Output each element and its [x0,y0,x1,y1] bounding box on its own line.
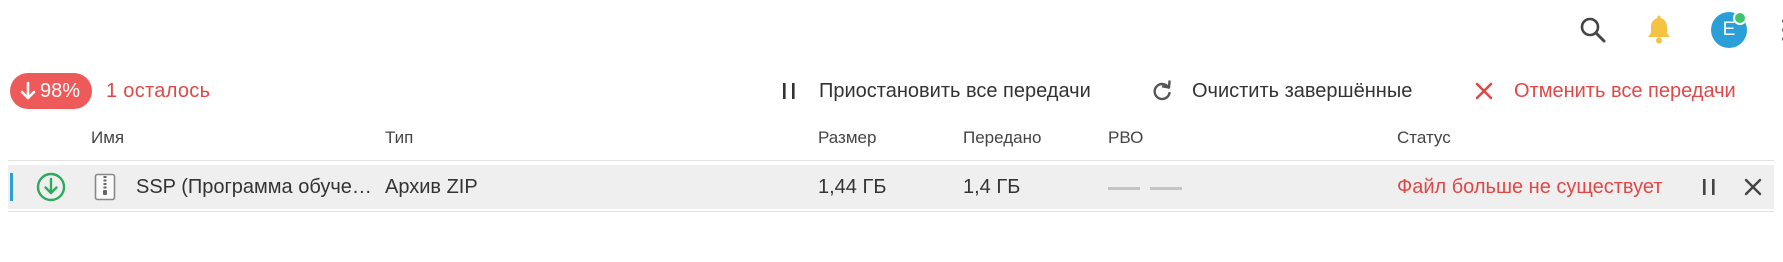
row-pause-button[interactable] [1697,175,1721,199]
remaining-count: 1 осталось [106,79,211,102]
pause-all-label: Приостановить все передачи [819,79,1091,102]
refresh-icon [1150,79,1174,103]
file-status: Файл больше не существует [1397,176,1663,198]
arrow-down-icon [20,81,36,100]
column-status[interactable]: Статус [1397,128,1451,148]
bell-icon[interactable] [1641,12,1677,48]
progress-badge: 98% [10,73,93,109]
row-divider [8,211,1774,212]
file-eta [1108,177,1192,200]
download-status-icon [35,171,67,203]
pause-icon [777,79,801,103]
online-status-dot [1733,11,1747,25]
column-eta[interactable]: РВО [1108,128,1143,148]
column-type[interactable]: Тип [385,128,413,148]
column-name[interactable]: Имя [91,128,124,148]
header-divider [8,160,1774,161]
cancel-all-label: Отменить все передачи [1514,79,1736,102]
eta-placeholder-dash [1108,187,1140,191]
pause-all-button[interactable]: Приостановить все передачи [777,73,1091,109]
column-size[interactable]: Размер [818,128,876,148]
eta-placeholder-dash [1150,187,1182,191]
table-row[interactable]: SSP (Программа обуче… Архив ZIP 1,44 ГБ … [8,165,1774,209]
close-icon [1472,79,1496,103]
zip-file-icon [93,173,117,201]
file-size: 1,44 ГБ [818,176,887,198]
top-bar: E [1483,0,1783,60]
clear-completed-button[interactable]: Очистить завершённые [1150,73,1412,109]
table-header: Имя Тип Размер Передано РВО Статус [0,126,1783,150]
pause-icon [1703,179,1715,195]
avatar-letter: E [1722,19,1736,40]
column-transferred[interactable]: Передано [963,128,1041,148]
file-transferred: 1,4 ГБ [963,176,1021,198]
close-icon [1744,178,1762,196]
transfer-summary: 98% 1 осталось [10,73,210,109]
file-name: SSP (Программа обуче… [136,176,372,198]
progress-label: 98% [40,79,81,102]
avatar-circle: E [1711,11,1747,48]
clear-completed-label: Очистить завершённые [1192,79,1413,102]
row-selection-marker [10,173,13,201]
row-cancel-button[interactable] [1741,175,1765,199]
search-icon[interactable] [1575,12,1611,48]
file-type: Архив ZIP [385,176,478,198]
cancel-all-button[interactable]: Отменить все передачи [1472,73,1736,109]
avatar[interactable]: E [1711,11,1747,48]
kebab-menu-icon[interactable] [1775,12,1783,48]
